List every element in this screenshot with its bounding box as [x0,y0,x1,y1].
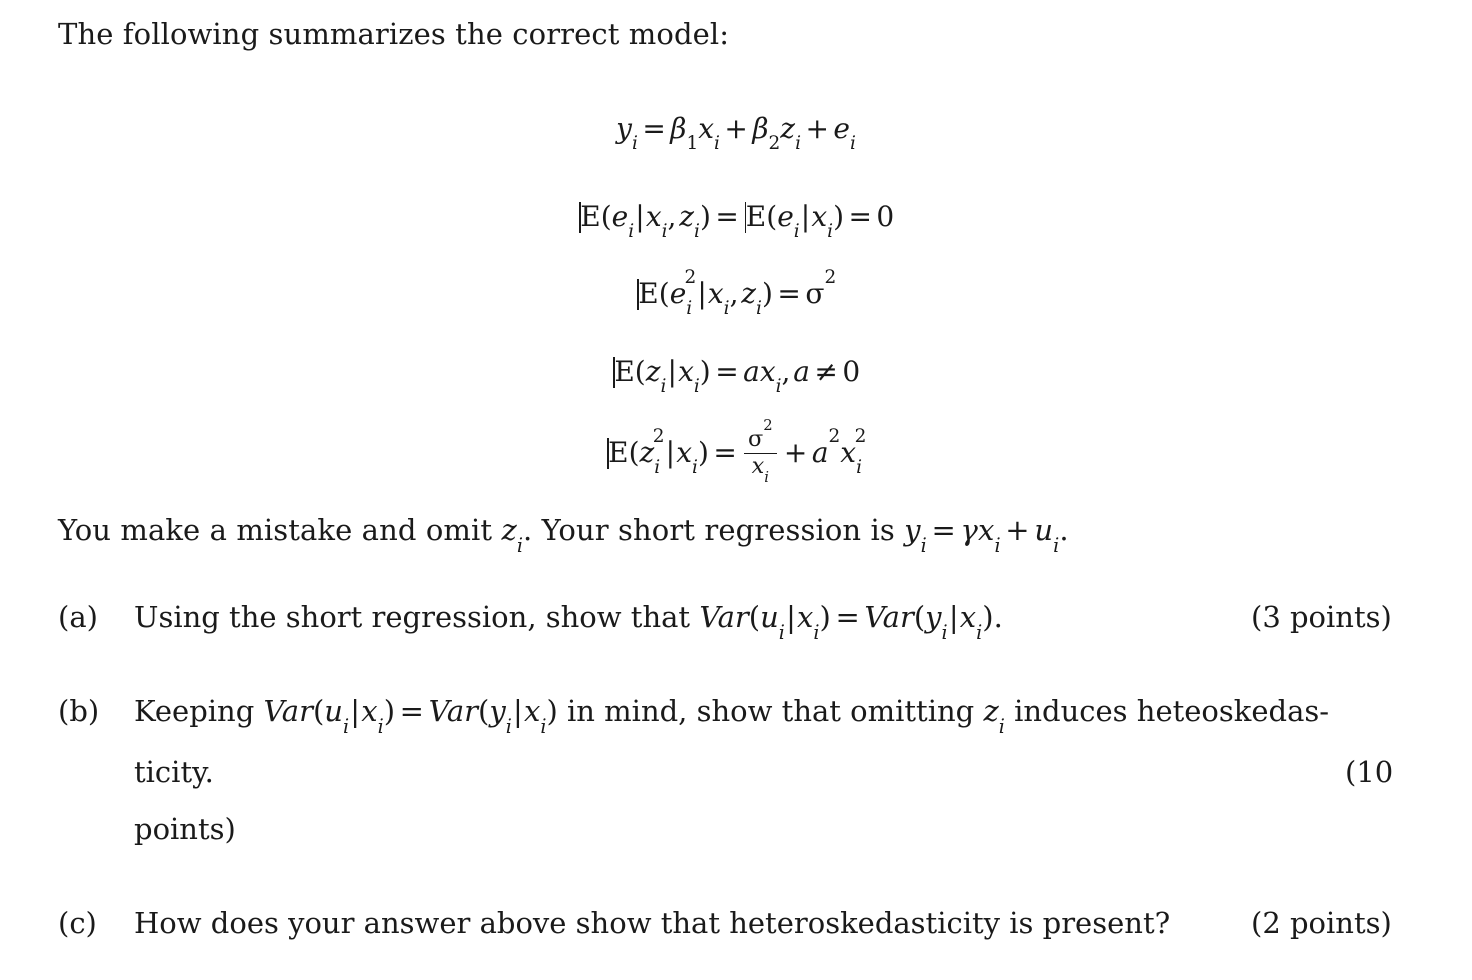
equation-homoskedastic-content: E(ei2|xi, zi) = σ2 [636,268,836,318]
omission-note-text-1: You make a mistake and omit [58,513,502,547]
question-b-continuation: ticity. [134,755,214,789]
omission-note-short-regression: yi = γxi + ui [904,513,1060,557]
question-c-points: (2 points) [1251,906,1392,940]
equation-z-mean: E(zi|xi) = axi, a ≠ 0 [0,355,1472,396]
equation-mean-zero: E(ei|xi, zi) = E(ei|xi) = 0 [0,200,1472,241]
question-b-body: Keeping Var(ui|xi) = Var(yi|xi) in mind, s… [134,694,1330,738]
question-b-continuation-2: points) [134,812,236,846]
question-b-text-mid: in mind, show that omitting [557,694,984,728]
question-b-math: Var(ui|xi) = Var(yi|xi) [263,694,558,738]
equation-z-second-moment: E(zi2|xi) = σ2 xi + a2xi2 [0,418,1472,485]
question-a-label: (a) [58,600,98,634]
question-c-label: (c) [58,906,97,940]
document-page: The following summarizes the correct mod… [0,0,1472,980]
omission-note-symbol-z: z [501,513,517,547]
question-b-symbol-z-sub: i [998,714,1005,738]
question-a-body: Using the short regression, show that Va… [134,600,1003,644]
question-a-text-before: Using the short regression, show that [134,600,700,634]
equation-model-content: yi = β1xi + β2zi + ei [616,112,856,155]
question-a-text-after: . [993,600,1003,634]
equation-mean-zero-content: E(ei|xi, zi) = E(ei|xi) = 0 [578,200,894,241]
omission-note-text-3: . [1059,513,1069,547]
question-b-text-after: induces heteoskedas- [1004,694,1330,728]
omission-note: You make a mistake and omit zi. Your sho… [58,513,1069,557]
equation-z-mean-content: E(zi|xi) = axi, a ≠ 0 [612,355,860,396]
question-c-body: How does your answer above show that het… [134,906,1171,940]
question-b-symbol-z: z [983,694,999,728]
question-a-points: (3 points) [1251,600,1392,634]
question-a-math: Var(ui|xi) = Var(yi|xi) [699,600,994,644]
intro-paragraph: The following summarizes the correct mod… [58,17,730,51]
question-b-points: (10 [1345,755,1394,789]
omission-note-symbol-z-sub: i [516,533,524,557]
equation-z-second-moment-content: E(zi2|xi) = σ2 xi + a2xi2 [606,418,866,485]
question-b-text-before: Keeping [134,694,264,728]
question-b-label: (b) [58,694,100,728]
equation-model: yi = β1xi + β2zi + ei [0,112,1472,155]
omission-note-text-2: . Your short regression is [523,513,905,547]
equation-homoskedastic: E(ei2|xi, zi) = σ2 [0,268,1472,318]
